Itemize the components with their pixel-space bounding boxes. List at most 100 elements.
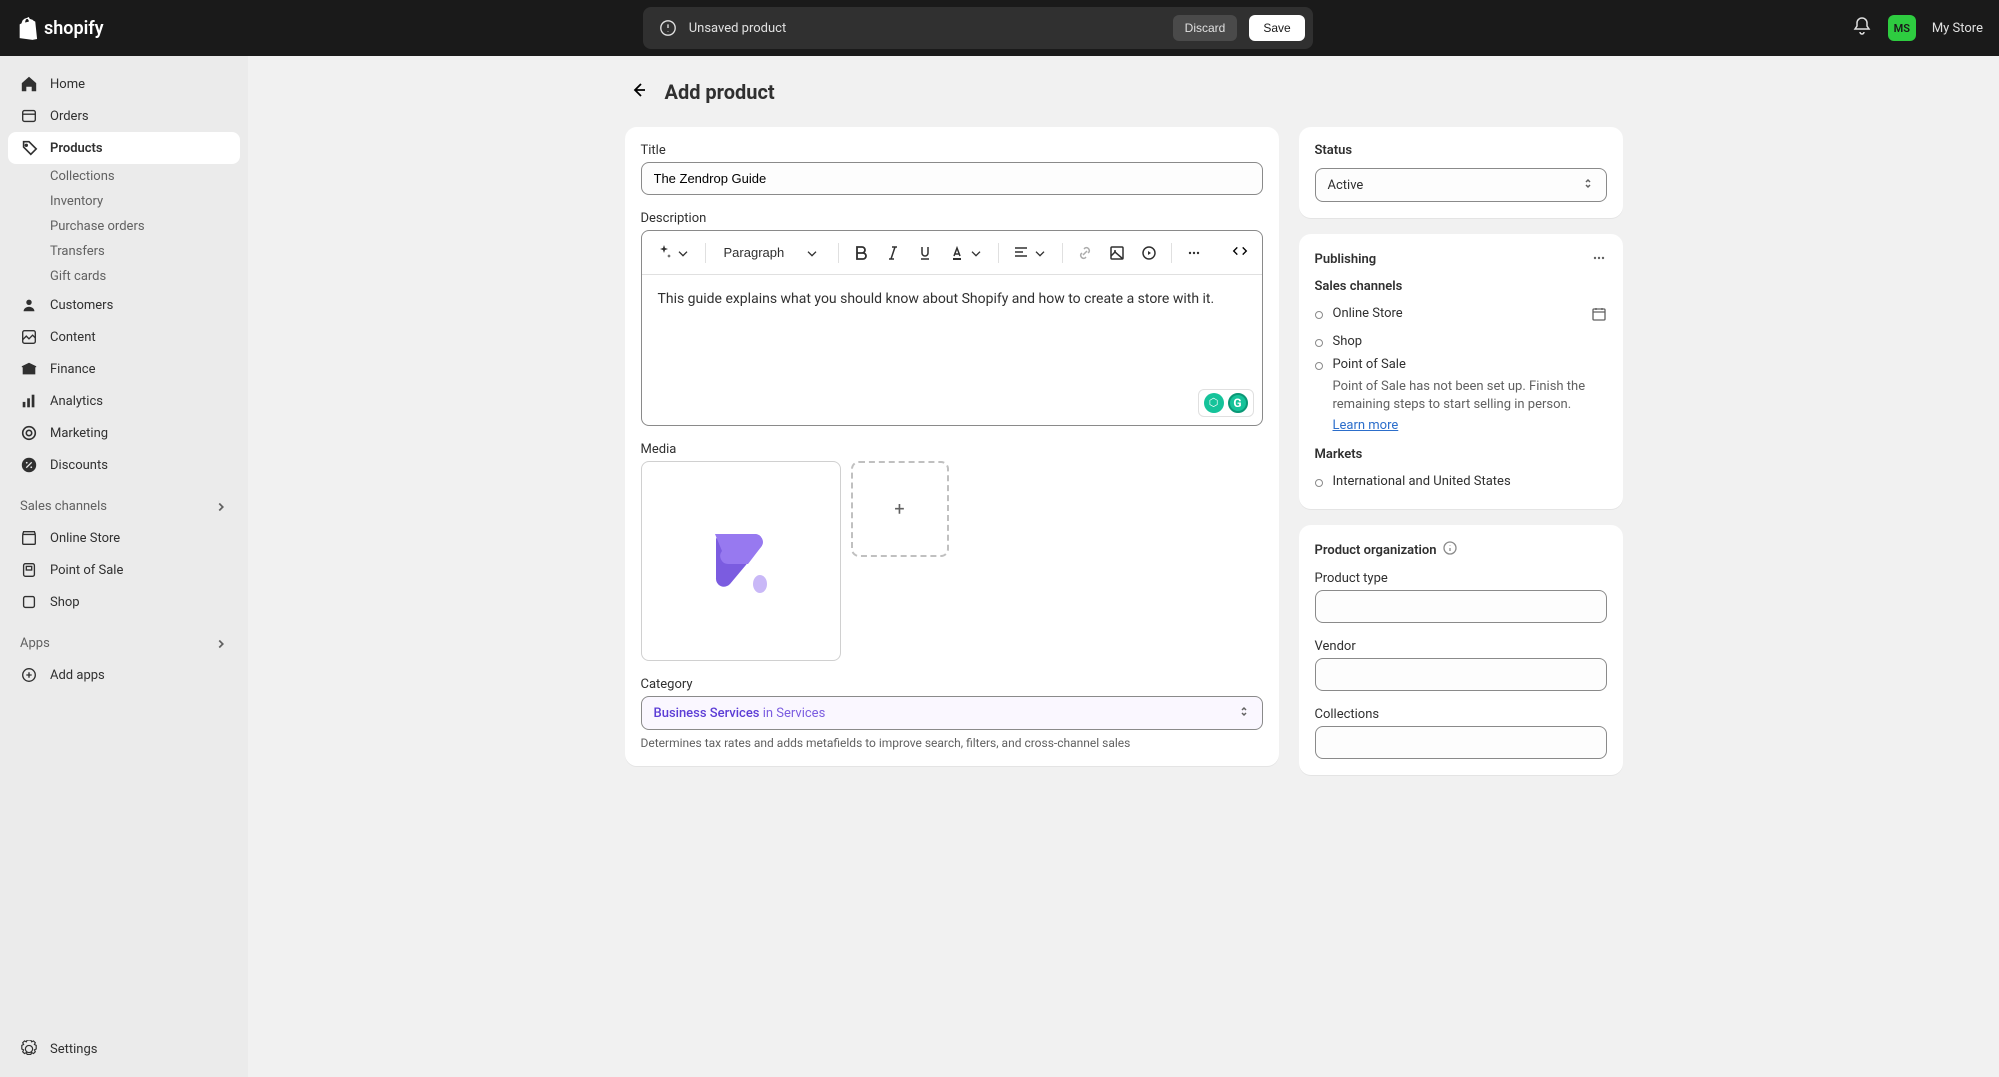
nav-analytics[interactable]: Analytics <box>8 385 240 417</box>
schedule-button[interactable] <box>1591 306 1607 326</box>
nav-gift-cards[interactable]: Gift cards <box>8 264 240 289</box>
channel-pos: Point of Sale <box>1315 353 1607 376</box>
chevron-down-icon <box>675 245 691 261</box>
status-circle-icon <box>1315 311 1323 319</box>
market-intl: International and United States <box>1315 470 1607 493</box>
nav-section-apps[interactable]: Apps <box>8 628 240 659</box>
target-icon <box>20 424 38 442</box>
pos-icon <box>20 561 38 579</box>
sidebar: Home Orders Products Collections Invento… <box>0 56 248 1077</box>
bold-button[interactable] <box>847 240 875 266</box>
store-name[interactable]: My Store <box>1932 21 1983 36</box>
collections-input[interactable] <box>1315 726 1607 759</box>
video-button[interactable] <box>1135 240 1163 266</box>
underline-icon <box>917 245 933 261</box>
description-label: Description <box>641 211 1263 226</box>
more-button[interactable] <box>1180 240 1208 266</box>
media-thumbnail[interactable] <box>641 461 841 661</box>
learn-more-link[interactable]: Learn more <box>1333 418 1399 433</box>
publishing-more-button[interactable] <box>1591 250 1607 269</box>
chevron-down-icon <box>968 245 984 261</box>
chevron-down-icon <box>1032 245 1048 261</box>
discount-icon <box>20 456 38 474</box>
grammarly-shield-icon: ⬡ <box>1204 393 1224 413</box>
product-type-label: Product type <box>1315 571 1607 586</box>
status-select[interactable]: Active <box>1315 168 1607 202</box>
arrow-left-icon <box>629 80 649 100</box>
store-avatar[interactable]: MS <box>1888 15 1916 41</box>
category-select[interactable]: Business Services in Services <box>641 696 1263 730</box>
grammarly-widget[interactable]: ⬡ G <box>1198 389 1254 417</box>
video-icon <box>1141 245 1157 261</box>
nav-add-apps[interactable]: Add apps <box>8 659 240 691</box>
code-icon <box>1231 242 1249 260</box>
chevron-down-icon <box>804 245 820 261</box>
status-circle-icon <box>1315 479 1323 487</box>
orders-icon <box>20 107 38 125</box>
notifications-icon[interactable] <box>1852 16 1872 40</box>
description-textarea[interactable]: This guide explains what you should know… <box>642 275 1262 425</box>
channel-online-store: Online Store <box>1315 302 1607 330</box>
status-label: Status <box>1315 143 1607 158</box>
nav-customers[interactable]: Customers <box>8 289 240 321</box>
analytics-icon <box>20 392 38 410</box>
product-type-input[interactable] <box>1315 590 1607 623</box>
nav-collections[interactable]: Collections <box>8 164 240 189</box>
more-icon <box>1591 250 1607 266</box>
nav-settings[interactable]: Settings <box>8 1033 240 1065</box>
nav-inventory[interactable]: Inventory <box>8 189 240 214</box>
nav-home[interactable]: Home <box>8 68 240 100</box>
sales-channels-label: Sales channels <box>1315 279 1607 294</box>
nav-pos[interactable]: Point of Sale <box>8 554 240 586</box>
title-input[interactable] <box>641 162 1263 195</box>
brand-text: shopify <box>44 18 104 39</box>
unsaved-bar: Unsaved product Discard Save <box>643 7 1313 49</box>
description-editor: Paragraph <box>641 230 1263 426</box>
image-button[interactable] <box>1103 240 1131 266</box>
chevron-right-icon <box>214 637 228 651</box>
italic-button[interactable] <box>879 240 907 266</box>
nav-products[interactable]: Products <box>8 132 240 164</box>
paragraph-select[interactable]: Paragraph <box>714 240 831 266</box>
unsaved-text: Unsaved product <box>689 21 1161 36</box>
nav-marketing[interactable]: Marketing <box>8 417 240 449</box>
zendrop-logo-icon <box>710 526 772 596</box>
code-view-button[interactable] <box>1226 237 1254 268</box>
user-icon <box>20 296 38 314</box>
topbar: shopify Unsaved product Discard Save MS … <box>0 0 1999 56</box>
underline-button[interactable] <box>911 240 939 266</box>
vendor-label: Vendor <box>1315 639 1607 654</box>
nav-online-store[interactable]: Online Store <box>8 522 240 554</box>
link-button[interactable] <box>1071 240 1099 266</box>
gear-icon <box>20 1040 38 1058</box>
nav-orders[interactable]: Orders <box>8 100 240 132</box>
back-button[interactable] <box>625 76 653 107</box>
nav-purchase-orders[interactable]: Purchase orders <box>8 214 240 239</box>
status-circle-icon <box>1315 362 1323 370</box>
media-add-button[interactable]: + <box>851 461 949 557</box>
text-color-icon <box>949 245 965 261</box>
nav-transfers[interactable]: Transfers <box>8 239 240 264</box>
nav-shop[interactable]: Shop <box>8 586 240 618</box>
nav-discounts[interactable]: Discounts <box>8 449 240 481</box>
main-content: Add product Title Description <box>248 56 1999 1077</box>
nav-content[interactable]: Content <box>8 321 240 353</box>
info-icon[interactable] <box>1443 541 1457 559</box>
store-icon <box>20 529 38 547</box>
shopify-logo[interactable]: shopify <box>16 16 104 40</box>
publishing-card: Publishing Sales channels Online Store S… <box>1299 234 1623 509</box>
discard-button[interactable]: Discard <box>1173 15 1238 41</box>
select-arrows-icon <box>1238 705 1250 721</box>
align-icon <box>1013 245 1029 261</box>
ai-button[interactable] <box>650 240 697 266</box>
nav-finance[interactable]: Finance <box>8 353 240 385</box>
nav-section-sales-channels[interactable]: Sales channels <box>8 491 240 522</box>
save-button[interactable]: Save <box>1249 15 1304 41</box>
align-button[interactable] <box>1007 240 1054 266</box>
alert-icon <box>659 19 677 37</box>
markets-label: Markets <box>1315 447 1607 462</box>
color-button[interactable] <box>943 240 990 266</box>
page-title: Add product <box>665 80 775 104</box>
vendor-input[interactable] <box>1315 658 1607 691</box>
link-icon <box>1077 245 1093 261</box>
